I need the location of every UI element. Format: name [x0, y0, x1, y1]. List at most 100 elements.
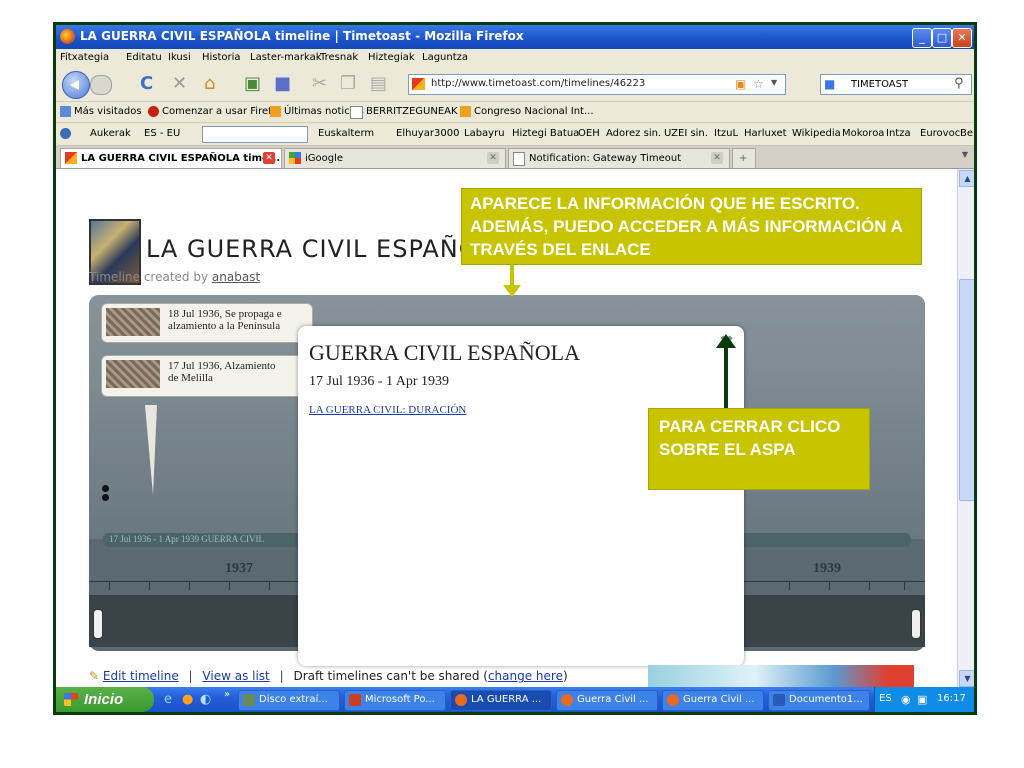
search-icon[interactable]: ⚲ — [954, 76, 964, 91]
google-icon — [289, 152, 301, 164]
menu-item[interactable]: Historia — [202, 52, 241, 63]
toolbar-menu[interactable]: Aukerak — [90, 128, 131, 139]
menu-item[interactable]: Editatu — [126, 52, 162, 63]
bookmark-link[interactable]: Comenzar a usar Firef... — [162, 106, 280, 117]
toolbar-link[interactable]: Euskalterm — [318, 128, 374, 139]
tab-list-icon[interactable]: ▼ — [958, 150, 972, 164]
windows-flag-icon — [64, 693, 78, 706]
reload-icon[interactable]: C — [140, 73, 153, 94]
bookmark-link[interactable]: Congreso Nacional Int... — [474, 106, 594, 117]
tab-timeline[interactable]: LA GUERRA CIVIL ESPAÑOLA time... ✕ — [60, 148, 282, 168]
quicklaunch-icon[interactable]: ◐ — [200, 692, 211, 707]
toolbar-link[interactable]: Eurovoc — [920, 128, 960, 139]
search-field[interactable]: ■ TIMETOAST ⚲ — [820, 74, 972, 95]
timeline-event[interactable]: 18 Jul 1936, Se propaga e alzamiento a la… — [101, 303, 313, 343]
page-scrollbar[interactable]: ▲ ▼ — [957, 169, 974, 687]
timeline-left-handle[interactable] — [93, 609, 103, 639]
tab-label: iGoogle — [305, 153, 344, 164]
maximize-button[interactable]: □ — [932, 28, 952, 48]
close-tab-icon[interactable]: ✕ — [487, 152, 499, 164]
clock: 16:17 — [937, 693, 966, 704]
change-here-link[interactable]: change here — [488, 669, 563, 683]
minimize-button[interactable]: _ — [912, 28, 932, 48]
back-button[interactable] — [62, 71, 90, 99]
menu-item[interactable]: Fitxategia — [60, 52, 109, 63]
dictionary-input[interactable] — [202, 126, 308, 143]
toolbar-link[interactable]: Labayru — [464, 128, 505, 139]
taskbar-item[interactable]: Disco extraí... — [238, 690, 340, 711]
chevron-down-icon[interactable]: ▼ — [771, 78, 777, 87]
scroll-down-icon[interactable]: ▼ — [959, 670, 974, 687]
toolbar-link[interactable]: Hiztegi Batua — [512, 128, 579, 139]
page-title: LA GUERRA CIVIL ESPAÑOL — [146, 235, 494, 263]
toolbar-link[interactable]: Intza — [886, 128, 911, 139]
menu-item[interactable]: Hiztegiak — [368, 52, 415, 63]
toolbar-icon[interactable]: ■ — [274, 73, 291, 94]
taskbar-item[interactable]: Guerra Civil ... — [556, 690, 658, 711]
help-icon — [60, 128, 71, 139]
taskbar-item[interactable]: Guerra Civil ... — [662, 690, 764, 711]
powerpoint-icon — [349, 694, 361, 706]
close-tab-icon[interactable]: ✕ — [263, 152, 275, 164]
ie-icon[interactable]: e — [164, 692, 172, 707]
search-engine-label: TIMETOAST — [851, 79, 909, 90]
toolbar-link[interactable]: 3000 — [434, 128, 459, 139]
firefox-icon — [60, 29, 75, 44]
view-as-list-link[interactable]: View as list — [202, 669, 269, 683]
toolbar-link[interactable]: Harluxet — [744, 128, 787, 139]
tray-icon[interactable]: ▣ — [917, 693, 927, 706]
toolbar-link[interactable]: OEH — [578, 128, 600, 139]
popup-link[interactable]: LA GUERRA CIVIL: DURACIÓN — [309, 404, 466, 416]
close-window-button[interactable]: ✕ — [952, 28, 972, 48]
new-tab-button[interactable]: + — [732, 148, 756, 168]
bookmark-link[interactable]: Más visitados — [74, 106, 142, 117]
timeline-right-handle[interactable] — [911, 609, 921, 639]
search-engine-icon[interactable]: ■ — [824, 77, 835, 91]
network-icon[interactable]: ◉ — [901, 693, 911, 706]
star-icon[interactable]: ☆ — [753, 77, 764, 91]
toolbar-link[interactable]: ItzuL — [714, 128, 738, 139]
cut-icon[interactable]: ✂ — [312, 73, 327, 94]
taskbar-item-active[interactable]: LA GUERRA ... — [450, 690, 552, 711]
scroll-up-icon[interactable]: ▲ — [959, 170, 974, 187]
url-bar[interactable]: http://www.timetoast.com/timelines/46223… — [408, 74, 786, 95]
stop-icon[interactable]: ✕ — [172, 73, 187, 94]
more-icon[interactable]: » — [224, 689, 230, 700]
scrollbar-thumb[interactable] — [959, 279, 974, 501]
menu-item[interactable]: Laguntza — [422, 52, 468, 63]
tab-notification[interactable]: Notification: Gateway Timeout ✕ — [508, 148, 730, 168]
toolbar-link[interactable]: Wikipedia — [792, 128, 841, 139]
forward-button[interactable] — [90, 75, 112, 95]
timeline-event[interactable]: 17 Jul 1936, Alzamiento de Melilla — [101, 355, 313, 397]
timeline-footer: ✎ Edit timeline | View as list | Draft t… — [89, 669, 568, 683]
advertisement-banner[interactable] — [648, 665, 914, 687]
language-select[interactable]: ES - EU — [144, 128, 180, 139]
start-button[interactable]: Inicio — [56, 687, 154, 712]
toolbar-link[interactable]: Be — [960, 128, 973, 139]
tab-igoogle[interactable]: iGoogle ✕ — [284, 148, 506, 168]
edit-timeline-link[interactable]: Edit timeline — [103, 669, 179, 683]
language-indicator[interactable]: ES — [879, 693, 892, 704]
paste-icon[interactable]: ▤ — [370, 73, 387, 94]
copy-icon[interactable]: ❐ — [340, 73, 356, 94]
event-image — [106, 360, 160, 388]
toolbar-link[interactable]: Elhuyar — [396, 128, 434, 139]
firefox-quicklaunch-icon[interactable]: ● — [182, 692, 193, 707]
toolbar-link[interactable]: Adorez sin. — [606, 128, 661, 139]
tab-strip: LA GUERRA CIVIL ESPAÑOLA time... ✕ iGoog… — [56, 146, 974, 169]
bookmark-add-icon[interactable]: ▣ — [244, 73, 261, 94]
menu-item[interactable]: Ikusi — [168, 52, 191, 63]
toolbar-link[interactable]: Mokoroa — [842, 128, 884, 139]
author-link[interactable]: anabast — [212, 270, 260, 284]
menu-item[interactable]: Tresnak — [320, 52, 358, 63]
home-icon[interactable]: ⌂ — [204, 73, 215, 94]
toolbar-link[interactable]: UZEI sin. — [664, 128, 708, 139]
rss-icon — [270, 106, 281, 117]
taskbar-item[interactable]: Documento1... — [768, 690, 870, 711]
bookmark-link[interactable]: BERRITZEGUNEAK — [366, 106, 458, 117]
firefox-icon — [667, 694, 679, 706]
menu-item[interactable]: Laster-markak — [250, 52, 322, 63]
close-tab-icon[interactable]: ✕ — [711, 152, 723, 164]
taskbar-item[interactable]: Microsoft Po... — [344, 690, 446, 711]
rss-icon[interactable]: ▣ — [735, 77, 746, 91]
